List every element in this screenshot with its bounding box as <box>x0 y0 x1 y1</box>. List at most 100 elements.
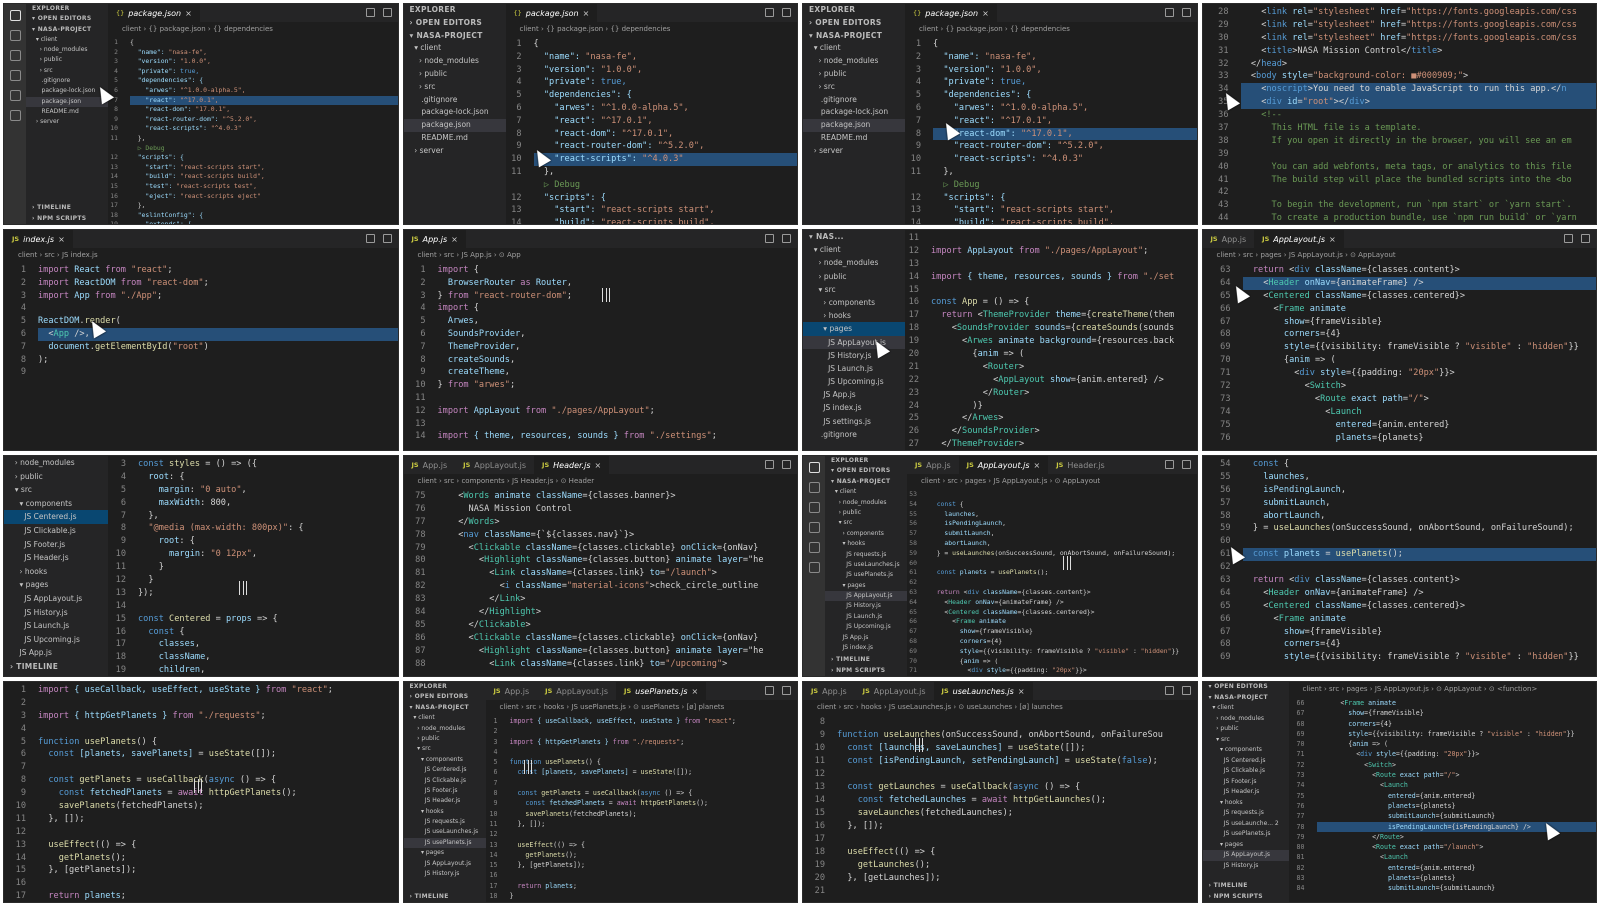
explorer-item[interactable]: ▾ components <box>404 755 486 765</box>
split-editor-icon[interactable] <box>765 460 774 469</box>
explorer-section[interactable]: ▾ NASA-PROJECT <box>825 477 907 487</box>
explorer-item[interactable]: › node_modules <box>404 724 486 734</box>
explorer-footer-section[interactable]: › NPM SCRIPTS <box>825 666 907 676</box>
explorer-item[interactable]: ▾ client <box>825 487 907 497</box>
explorer-item[interactable]: JS Centered.js <box>1203 756 1289 767</box>
explorer-item[interactable]: ▾ client <box>1203 703 1289 714</box>
explorer-item[interactable]: JS App.js <box>825 633 907 643</box>
explorer-item[interactable]: package.json <box>403 119 506 132</box>
split-editor-icon[interactable] <box>1164 460 1174 469</box>
explorer-item[interactable]: package.json <box>803 119 905 132</box>
layout-icon[interactable] <box>1181 460 1191 469</box>
explorer-item[interactable]: JS Clickable.js <box>4 524 108 538</box>
breadcrumb[interactable]: client › src › pages › JS AppLayout.js ›… <box>1289 682 1597 696</box>
extensions-icon[interactable] <box>9 90 21 101</box>
explorer-section[interactable]: ▾ NASA-PROJECT <box>1203 693 1289 704</box>
explorer-item[interactable]: JS AppLayout.js <box>4 592 108 606</box>
explorer-item[interactable]: ▾ src <box>825 518 907 528</box>
explorer-item[interactable]: › public <box>4 470 108 484</box>
editor-tab[interactable]: JS Header.js × <box>534 456 610 474</box>
explorer-item[interactable]: ▾ src <box>404 744 486 754</box>
explorer-item[interactable]: JS Footer.js <box>4 538 108 552</box>
explorer-item[interactable]: ▾ hooks <box>404 807 486 817</box>
explorer-item[interactable]: › src <box>26 66 108 76</box>
source-control-icon[interactable] <box>808 502 820 513</box>
explorer-item[interactable]: JS Clickable.js <box>404 776 486 786</box>
explorer-item[interactable]: JS useLaunche... 2 <box>1203 819 1289 830</box>
explorer-item[interactable]: ▾ pages <box>825 581 907 591</box>
split-editor-icon[interactable] <box>1564 234 1573 243</box>
explorer-item[interactable]: JS Upcoming.js <box>4 633 108 647</box>
explorer-section[interactable]: ▾ NASA-PROJECT <box>404 703 486 713</box>
close-icon[interactable]: × <box>58 235 65 244</box>
explorer-item[interactable]: JS requests.js <box>404 817 486 827</box>
explorer-section[interactable]: › OPEN EDITORS <box>803 17 905 30</box>
code-area[interactable]: 1{2 "name": "nasa-fe", 3 "version": "1.0.… <box>108 36 398 224</box>
layout-icon[interactable] <box>1181 686 1191 695</box>
explorer-item[interactable]: › node_modules <box>803 256 905 269</box>
explorer-item[interactable]: .gitignore <box>803 94 905 107</box>
explorer-item[interactable]: ▾ pages <box>404 848 486 858</box>
close-icon[interactable]: × <box>583 9 590 18</box>
explorer-item[interactable]: package-lock.json <box>404 106 506 119</box>
explorer-section[interactable]: › OPEN EDITORS <box>404 692 486 702</box>
explorer-item[interactable]: ▾ client <box>404 713 486 723</box>
explorer-item[interactable]: ▾ components <box>4 497 108 511</box>
editor-tab[interactable]: {} package.json × <box>505 4 598 22</box>
editor-tab[interactable]: JS useLaunches.js × <box>933 682 1033 700</box>
files-icon[interactable] <box>808 462 820 473</box>
close-icon[interactable]: × <box>185 9 192 18</box>
explorer-section[interactable]: ▾ NASA-PROJECT <box>26 25 108 35</box>
explorer-item[interactable]: › public <box>825 508 907 518</box>
editor-tab[interactable]: JS App.js <box>907 456 959 474</box>
layout-icon[interactable] <box>382 234 392 243</box>
explorer-section[interactable]: ▾ OPEN EDITORS <box>1203 682 1289 693</box>
close-icon[interactable]: × <box>594 461 601 470</box>
explorer-item[interactable]: ▾ components <box>1203 745 1289 756</box>
layout-icon[interactable] <box>782 234 791 243</box>
explorer-item[interactable]: .gitignore <box>26 76 108 86</box>
code-area[interactable]: 54 const {55 launches, 56 isPendingLaunch… <box>1203 456 1596 676</box>
editor-tab[interactable]: JS usePlanets.js × <box>616 682 707 700</box>
layout-icon[interactable] <box>782 686 791 695</box>
search-icon[interactable] <box>808 482 820 493</box>
explorer-item[interactable]: ▾ src <box>803 283 905 296</box>
explorer-item[interactable]: JS index.js <box>825 643 907 653</box>
editor-tab[interactable]: JS AppLayout.js <box>455 456 534 474</box>
explorer-section[interactable]: ▾ OPEN EDITORS <box>26 14 108 24</box>
explorer-item[interactable]: package.json <box>26 96 108 107</box>
explorer-item[interactable]: JS Centered.js <box>4 510 108 524</box>
explorer-item[interactable]: ▾ src <box>4 483 108 497</box>
explorer-item[interactable]: JS Launch.js <box>4 619 108 633</box>
explorer-section[interactable]: EXPLORER <box>26 4 108 14</box>
explorer-item[interactable]: JS Launch.js <box>825 612 907 622</box>
breadcrumb[interactable]: client › src › hooks › JS usePlanets.js … <box>486 700 798 714</box>
explorer-item[interactable]: ▾ hooks <box>1203 798 1289 809</box>
layout-icon[interactable] <box>782 460 791 469</box>
explorer-item[interactable]: README.md <box>404 132 506 145</box>
explorer-item[interactable]: ▾ client <box>803 243 905 256</box>
layout-icon[interactable] <box>1581 234 1590 243</box>
code-area[interactable]: 8 9 function useLaunches(onSuccessSound, o… <box>803 714 1197 902</box>
explorer-item[interactable]: JS Upcoming.js <box>825 622 907 632</box>
explorer-footer-section[interactable]: › NPM SCRIPTS <box>1203 892 1289 903</box>
explorer-item[interactable]: JS AppLayout.js <box>825 591 907 602</box>
explorer-item[interactable]: JS AppLayout.js <box>803 335 905 349</box>
explorer-item[interactable]: JS Header.js <box>404 796 486 806</box>
breadcrumb[interactable]: client › {} package.json › {} dependenci… <box>506 22 798 36</box>
explorer-item[interactable]: › public <box>26 55 108 65</box>
split-editor-icon[interactable] <box>1164 686 1174 695</box>
breadcrumb[interactable]: client › src › pages › JS AppLayout.js ›… <box>1203 248 1597 262</box>
editor-tab[interactable]: JS AppLayout.js × <box>958 456 1049 474</box>
extensions-icon[interactable] <box>808 542 820 553</box>
explorer-item[interactable]: JS Centered.js <box>404 765 486 775</box>
explorer-footer-section[interactable]: › TIMELINE <box>404 892 486 902</box>
explorer-footer-section[interactable]: › TIMELINE <box>26 203 108 213</box>
code-area[interactable]: 75 <Words animate className={classes.ban… <box>404 488 798 676</box>
explorer-item[interactable]: JS Footer.js <box>404 786 486 796</box>
breadcrumb[interactable]: client › src › pages › JS AppLayout.js ›… <box>907 474 1197 488</box>
split-editor-icon[interactable] <box>765 686 774 695</box>
code-area[interactable]: 3 const styles = () => ({4 root: {5 margi… <box>108 456 398 676</box>
explorer-section[interactable]: EXPLORER <box>825 456 907 466</box>
editor-tab[interactable]: JS App.js <box>486 682 538 700</box>
